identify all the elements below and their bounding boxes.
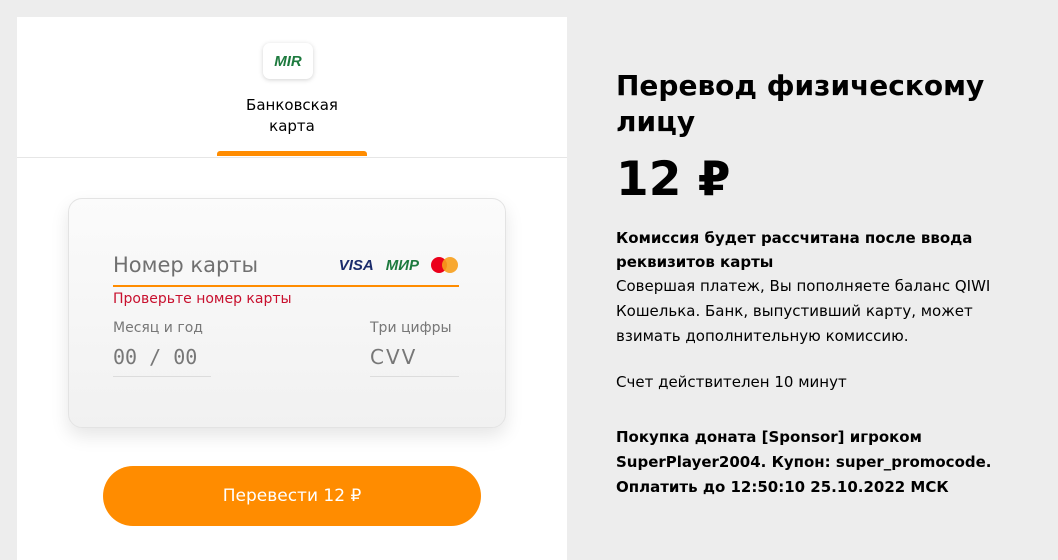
payment-method-tab-bank-card[interactable]: MIR Банковская карта (217, 43, 367, 157)
payment-method-label-line1: Банковская (246, 96, 338, 114)
payment-summary-panel: Перевод физическому лицу 12 ₽ Комиссия б… (567, 0, 1058, 560)
card-form: VISA МИР Проверьте номер карты Месяц и г… (68, 198, 506, 428)
card-brand-logos: VISA МИР (339, 255, 459, 275)
page-title: Перевод физическому лицу (616, 69, 985, 138)
commission-text: Совершая платеж, Вы пополняете баланс QI… (616, 277, 991, 345)
payment-amount: 12 ₽ (616, 152, 731, 207)
visa-icon: VISA (338, 256, 374, 274)
payment-form-panel: MIR Банковская карта VISA МИР Проверьте … (17, 17, 567, 560)
mir-card-icon: MIR (263, 43, 313, 79)
card-number-input[interactable] (113, 247, 323, 283)
active-tab-indicator (217, 151, 367, 156)
expiry-label: Месяц и год (113, 320, 203, 336)
payment-method-label-line2: карта (269, 117, 315, 135)
mir-icon: МИР (385, 256, 419, 274)
payment-method-label: Банковская карта (217, 95, 367, 137)
expiry-input[interactable]: 00 / 00 (113, 339, 211, 377)
tabs-divider (17, 157, 567, 158)
card-number-error: Проверьте номер карты (113, 291, 292, 307)
order-info-line2: SuperPlayer2004. Купон: super_promocode. (616, 453, 992, 471)
order-info-line3: Оплатить до 12:50:10 25.10.2022 МСК (616, 478, 949, 496)
mastercard-icon (431, 257, 459, 273)
cvv-label: Три цифры (370, 320, 452, 336)
cvv-input[interactable]: CVV (370, 339, 459, 377)
order-info: Покупка доната [Sponsor] игроком SuperPl… (616, 425, 1036, 500)
invoice-validity: Счет действителен 10 минут (616, 373, 847, 391)
transfer-button[interactable]: Перевести 12 ₽ (103, 466, 481, 526)
card-number-field: VISA МИР (113, 247, 459, 287)
commission-title: Комиссия будет рассчитана после ввода ре… (616, 229, 973, 271)
mir-logo-text: MIR (274, 52, 302, 70)
order-info-line1: Покупка доната [Sponsor] игроком (616, 428, 922, 446)
